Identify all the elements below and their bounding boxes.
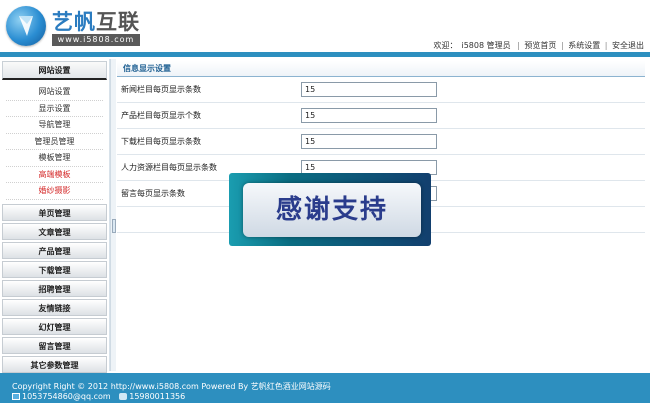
thanks-text: 感谢支持 <box>275 195 388 225</box>
logo-icon <box>6 6 46 46</box>
products-per-page-input[interactable] <box>301 108 437 123</box>
brand-accent: 互联 <box>96 10 140 34</box>
sidebar-item-wedding-photo[interactable]: 婚纱摄影 <box>6 183 103 200</box>
contact-line: 1053754860@qq.com 15980011356 <box>12 392 185 401</box>
email-icon <box>12 393 20 400</box>
header: 艺帆互联 www.i5808.com 欢迎： i5808 管理员 | 预览首页 |… <box>0 0 650 52</box>
sidebar-item-premium-templates[interactable]: 高端模板 <box>6 167 103 183</box>
url-badge: www.i5808.com <box>52 34 140 46</box>
nav-separator: | <box>560 41 564 50</box>
preview-home-link[interactable]: 预览首页 <box>524 41 556 50</box>
sidebar-item-admin-manage[interactable]: 管理员管理 <box>6 134 103 150</box>
top-nav: 欢迎： i5808 管理员 | 预览首页 | 系统设置 | 安全退出 <box>431 40 644 51</box>
thanks-plate: 感谢支持 <box>243 183 421 237</box>
thanks-banner: 感谢支持 <box>229 173 431 246</box>
collapse-handle-icon[interactable] <box>112 219 116 233</box>
sidebar-splitter[interactable] <box>110 59 116 371</box>
sidebar-group-pages[interactable]: 单页管理 <box>2 203 107 221</box>
sidebar-item-nav-manage[interactable]: 导航管理 <box>6 117 103 134</box>
form-row: 产品栏目每页显示个数 <box>117 103 645 129</box>
header-divider <box>0 52 650 57</box>
phone-icon <box>119 393 128 400</box>
sidebar-item-site-settings[interactable]: 网站设置 <box>6 84 103 101</box>
news-per-page-input[interactable] <box>301 82 437 97</box>
panel-title: 信息显示设置 <box>117 61 645 77</box>
nav-separator: | <box>517 41 520 50</box>
user-name: i5808 管理员 <box>461 41 511 50</box>
logout-link[interactable]: 安全退出 <box>612 41 644 50</box>
form-row: 新闻栏目每页显示条数 <box>117 77 645 103</box>
sidebar-group-site-settings[interactable]: 网站设置 <box>2 61 107 80</box>
sidebar-item-template-manage[interactable]: 模板管理 <box>6 150 103 167</box>
sidebar-group-products[interactable]: 产品管理 <box>2 241 107 259</box>
sidebar-group-articles[interactable]: 文章管理 <box>2 222 107 240</box>
sidebar-group-slides[interactable]: 幻灯管理 <box>2 317 107 335</box>
contact-phone: 15980011356 <box>129 392 186 401</box>
brand-main: 艺帆 <box>52 10 96 34</box>
welcome-label: 欢迎： <box>433 41 458 50</box>
downloads-per-page-input[interactable] <box>301 134 437 149</box>
sidebar-sub-list: 网站设置 显示设置 导航管理 管理员管理 模板管理 高端模板 婚纱摄影 <box>0 80 109 202</box>
hr-per-page-label: 人力资源栏目每页显示条数 <box>121 163 217 172</box>
system-settings-link[interactable]: 系统设置 <box>568 41 600 50</box>
news-per-page-label: 新闻栏目每页显示条数 <box>121 85 201 94</box>
form-row: 下载栏目每页显示条数 <box>117 129 645 155</box>
sidebar-group-jobs[interactable]: 招聘管理 <box>2 279 107 297</box>
sidebar-item-display-settings[interactable]: 显示设置 <box>6 101 103 117</box>
contact-email: 1053754860@qq.com <box>22 392 111 401</box>
copyright-text: Copyright Right © 2012 http://www.i5808.… <box>12 382 331 391</box>
sidebar-group-other-params[interactable]: 其它参数管理 <box>2 355 107 373</box>
footer: Copyright Right © 2012 http://www.i5808.… <box>0 373 650 403</box>
sidebar-group-messages[interactable]: 留言管理 <box>2 336 107 354</box>
nav-separator: | <box>604 41 608 50</box>
sidebar-group-links[interactable]: 友情链接 <box>2 298 107 316</box>
brand-logo-text: 艺帆互联 <box>52 6 140 36</box>
sidebar-group-downloads[interactable]: 下载管理 <box>2 260 107 278</box>
downloads-per-page-label: 下载栏目每页显示条数 <box>121 137 201 146</box>
sidebar: 网站设置 网站设置 显示设置 导航管理 管理员管理 模板管理 高端模板 婚纱摄影… <box>0 59 110 373</box>
messages-per-page-label: 留言每页显示条数 <box>121 189 185 198</box>
products-per-page-label: 产品栏目每页显示个数 <box>121 111 201 120</box>
